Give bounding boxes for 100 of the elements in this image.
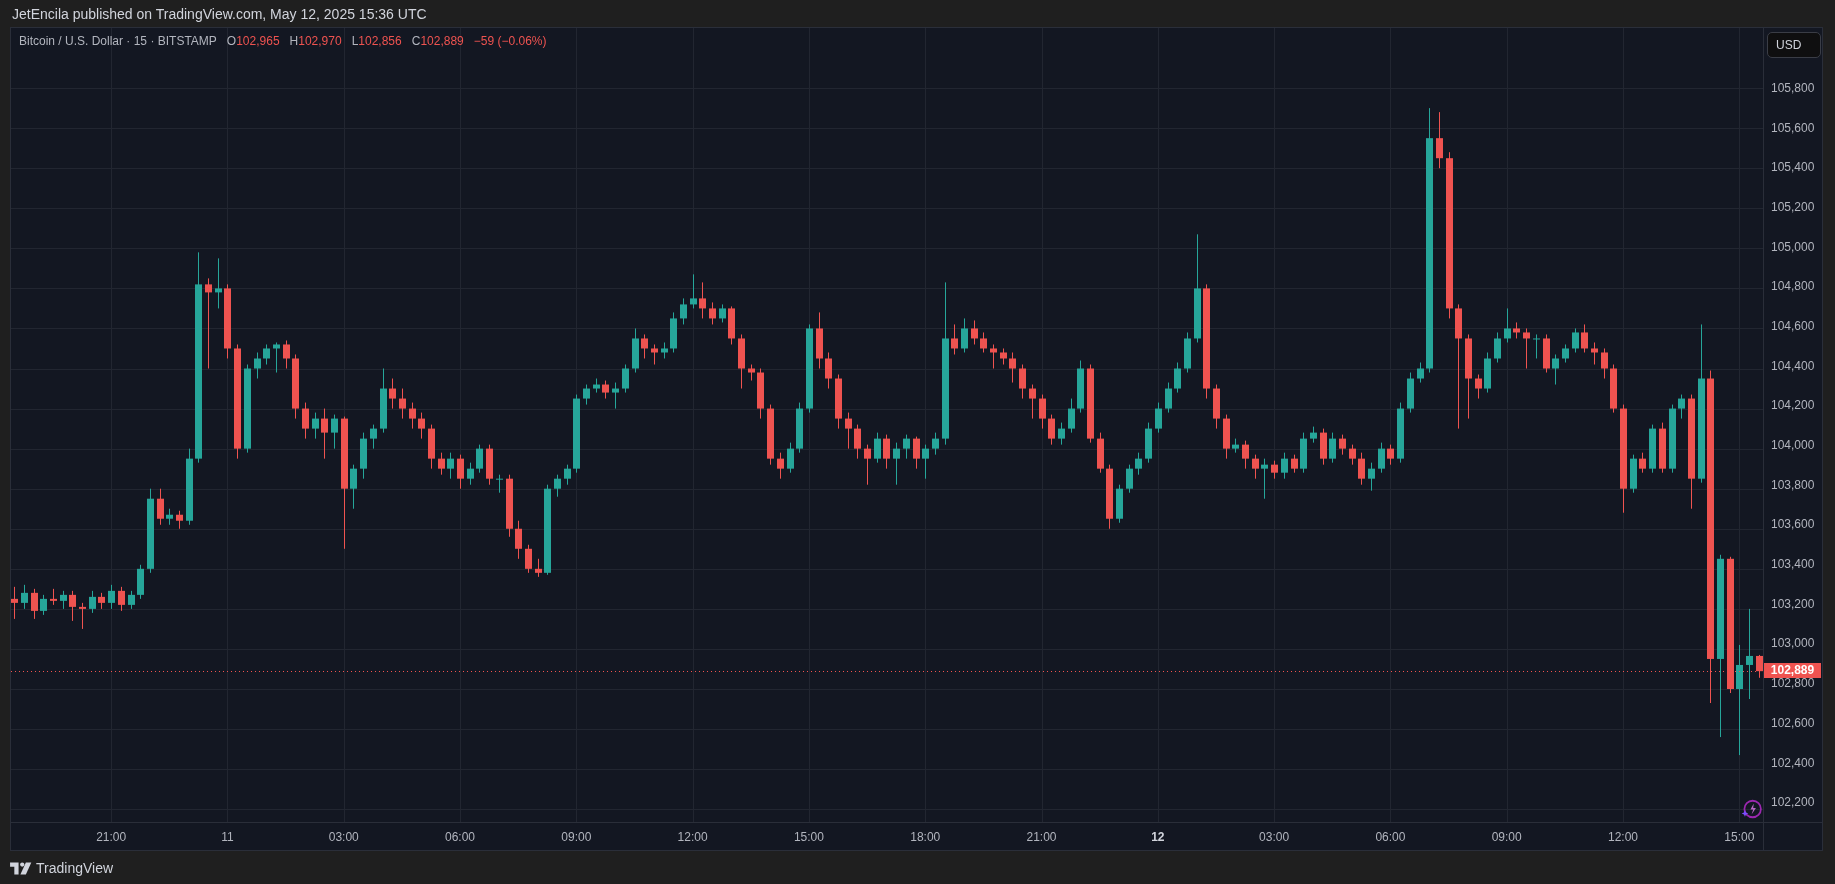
candle xyxy=(118,586,125,612)
candle xyxy=(1572,327,1579,353)
candle xyxy=(593,378,600,394)
candle xyxy=(273,342,280,373)
candle xyxy=(757,368,764,420)
time-tick: 21:00 xyxy=(96,829,127,844)
candle xyxy=(438,452,445,476)
candle xyxy=(1165,382,1172,414)
candle xyxy=(1552,354,1559,386)
candle xyxy=(690,273,697,309)
time-tick: 12:00 xyxy=(677,829,708,844)
candle xyxy=(137,564,144,600)
candle xyxy=(128,590,135,610)
candle xyxy=(1639,452,1646,474)
symbol-title[interactable]: Bitcoin / U.S. Dollar · 15 · BITSTAMP xyxy=(19,34,217,48)
time-tick: 21:00 xyxy=(1026,829,1057,844)
candle xyxy=(1252,454,1259,480)
candle xyxy=(1126,464,1133,494)
candle xyxy=(835,374,842,430)
candle xyxy=(961,317,968,353)
brand-name[interactable]: TradingView xyxy=(36,860,114,876)
time-axis[interactable]: 21:00 11 03:00 06:00 09:00 12:00 15:00 18:00 21:00 12 03:00 06:00 09:00 12:00 15:00 xyxy=(11,823,1763,850)
candle xyxy=(60,590,67,610)
candle xyxy=(98,592,105,610)
candle xyxy=(1077,360,1084,414)
candle xyxy=(612,382,619,410)
candle xyxy=(990,344,997,369)
price-tick: 104,200 xyxy=(1771,398,1815,413)
candle xyxy=(1009,352,1016,384)
price-axis[interactable]: USD 102,889 105,800 105,600 105,400 105,200 105,000 104,800 104,600 104,400 104,200 104,000 103,800 103,600 103,400 103,200 103,000 102,800 102,600 102,400 102,200 xyxy=(1763,28,1822,822)
price-tick: 104,000 xyxy=(1771,438,1815,453)
candle xyxy=(777,452,784,480)
time-tick: 12:00 xyxy=(1608,829,1638,844)
currency-button[interactable]: USD xyxy=(1767,32,1821,58)
candle xyxy=(1106,464,1113,530)
candle xyxy=(932,432,939,456)
candle xyxy=(1068,398,1075,434)
candle xyxy=(108,584,115,610)
candle xyxy=(825,352,832,390)
candle xyxy=(1097,432,1104,474)
candle xyxy=(166,508,173,526)
price-tick: 102,800 xyxy=(1771,676,1815,691)
candle xyxy=(854,424,861,460)
candle xyxy=(176,510,183,530)
candle xyxy=(1000,348,1007,365)
candle xyxy=(283,339,290,369)
lightning-badge-icon[interactable] xyxy=(1740,798,1762,820)
candle xyxy=(1610,364,1617,414)
candle xyxy=(409,402,416,430)
candle xyxy=(496,474,503,494)
candle xyxy=(331,414,338,450)
candle xyxy=(1048,414,1055,446)
publish-note: JetEncila published on TradingView.com, May 12, 2025 15:36 UTC xyxy=(12,5,427,22)
time-tick: 09:00 xyxy=(561,829,592,844)
candle xyxy=(1407,372,1414,414)
candle xyxy=(1378,442,1385,474)
current-price-label: 102,889 xyxy=(1764,663,1821,679)
candle xyxy=(1223,414,1230,460)
candle xyxy=(1339,434,1346,456)
candle xyxy=(312,412,319,440)
candle xyxy=(389,378,396,410)
candle xyxy=(651,344,658,365)
candle xyxy=(1562,344,1569,363)
candle xyxy=(476,444,483,474)
candle xyxy=(321,408,328,460)
candle xyxy=(845,412,852,450)
candle xyxy=(1320,428,1327,466)
candle xyxy=(486,444,493,486)
candle xyxy=(719,303,726,323)
candle xyxy=(292,354,299,420)
candle xyxy=(1649,424,1656,474)
candle xyxy=(79,602,86,630)
time-tick: 03:00 xyxy=(328,829,359,844)
candle xyxy=(971,319,978,345)
time-tick: 18:00 xyxy=(910,829,941,844)
candle xyxy=(89,590,96,614)
candle xyxy=(1039,394,1046,430)
candle xyxy=(1300,432,1307,474)
candle xyxy=(1291,454,1298,474)
candle xyxy=(709,301,716,325)
candle xyxy=(40,594,47,616)
candle xyxy=(1135,452,1142,476)
candle xyxy=(893,442,900,486)
candle xyxy=(1232,438,1239,454)
candle xyxy=(903,434,910,460)
candle xyxy=(1436,111,1443,169)
candle xyxy=(467,462,474,486)
candle xyxy=(738,333,745,390)
candle xyxy=(1387,444,1394,466)
candle xyxy=(21,584,28,610)
candle xyxy=(680,297,687,325)
price-tick: 105,000 xyxy=(1771,239,1815,254)
candle xyxy=(31,588,38,620)
tradingview-logo-icon[interactable] xyxy=(10,859,32,877)
price-tick: 104,800 xyxy=(1771,279,1815,294)
candle xyxy=(816,311,823,369)
candle xyxy=(767,404,774,466)
candle xyxy=(951,323,958,355)
candle xyxy=(554,474,561,498)
candle xyxy=(263,344,270,365)
